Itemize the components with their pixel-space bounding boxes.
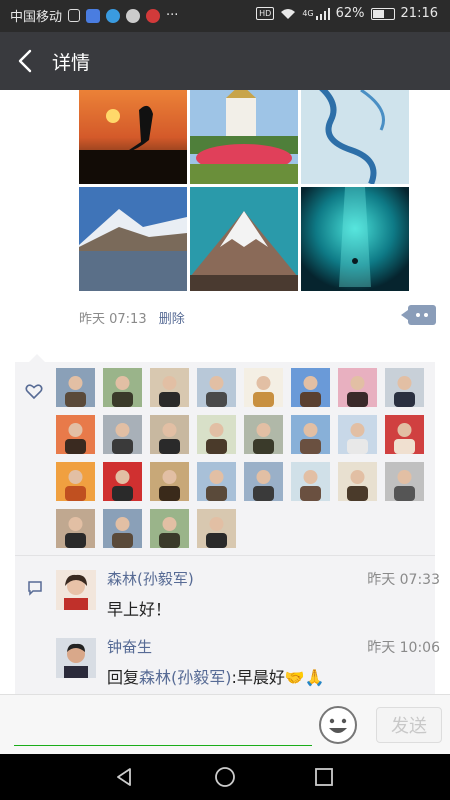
divider (15, 555, 435, 556)
moment-detail[interactable]: 昨天 07:13 删除 森林(孙毅军) 昨天 07:33 早上好！ 钟奋生 昨天… (0, 90, 450, 694)
liker-avatar[interactable] (103, 509, 142, 548)
battery-percent: 62% (335, 6, 365, 21)
comment-input[interactable] (14, 707, 312, 746)
liker-avatar[interactable] (150, 509, 189, 548)
comment-input-bar: 发送 (0, 694, 450, 755)
reply-target-name[interactable]: 森林(孙毅军) (139, 668, 232, 687)
back-arrow-icon[interactable] (14, 47, 40, 75)
post-meta: 昨天 07:13 删除 (79, 308, 185, 327)
photo-volcano-peak[interactable] (190, 187, 298, 291)
system-nav-bar (0, 754, 450, 800)
post-time: 昨天 07:13 (79, 312, 147, 327)
liker-avatar[interactable] (56, 368, 95, 407)
liker-avatar[interactable] (103, 368, 142, 407)
panel-pointer (29, 354, 45, 362)
liker-avatar[interactable] (150, 415, 189, 454)
liker-avatar[interactable] (103, 415, 142, 454)
dot-icon (416, 313, 420, 317)
liker-avatar[interactable] (244, 368, 283, 407)
liker-avatar[interactable] (291, 368, 330, 407)
nav-home-icon[interactable] (213, 765, 237, 789)
avatar[interactable] (56, 570, 96, 610)
comment-time: 昨天 07:33 (367, 572, 440, 588)
avatar[interactable] (56, 638, 96, 678)
comment-text: 回复森林(孙毅军):早晨好🤝🙏 (107, 664, 325, 688)
nav-recents-icon[interactable] (312, 765, 336, 789)
liker-avatar[interactable] (385, 462, 424, 501)
title-bar: 详情 (0, 32, 450, 90)
wifi-icon (281, 8, 296, 19)
liker-avatar[interactable] (56, 509, 95, 548)
wechat-icon (126, 8, 141, 23)
emoji-icon[interactable] (318, 705, 358, 745)
clock: 21:16 (400, 6, 438, 21)
liker-avatar[interactable] (197, 368, 236, 407)
liker-avatar[interactable] (103, 462, 142, 501)
liker-avatar[interactable] (150, 462, 189, 501)
liker-avatar[interactable] (385, 415, 424, 454)
liker-avatar[interactable] (291, 415, 330, 454)
heart-outline-icon (25, 384, 43, 400)
comment-menu-button[interactable] (401, 305, 436, 325)
dot-icon (424, 313, 428, 317)
liker-avatar[interactable] (197, 509, 236, 548)
liker-avatar[interactable] (338, 368, 377, 407)
send-button[interactable]: 发送 (376, 707, 442, 743)
photo-crane-sunset[interactable] (79, 90, 187, 184)
delete-link[interactable]: 删除 (159, 312, 185, 327)
photo-river-aerial[interactable] (301, 90, 409, 184)
status-bar: 中国移动 ··· HD 4G 62% 21:16 (0, 0, 450, 32)
shield-icon (68, 9, 81, 22)
more-notifications: ··· (166, 8, 179, 23)
comment-bubble-icon (28, 581, 42, 596)
reply-body: :早晨好🤝🙏 (231, 668, 325, 687)
reply-prefix: 回复 (107, 668, 140, 687)
comment-item[interactable]: 钟奋生 昨天 10:06 回复森林(孙毅军):早晨好🤝🙏 (55, 630, 440, 694)
liker-avatar[interactable] (244, 462, 283, 501)
commenter-name[interactable]: 钟奋生 (107, 636, 152, 657)
liker-avatar[interactable] (56, 415, 95, 454)
liker-avatar[interactable] (385, 368, 424, 407)
signal-icon (315, 7, 330, 20)
baidu-icon (86, 8, 101, 23)
nav-back-icon[interactable] (112, 765, 136, 789)
photo-underwater-cave[interactable] (301, 187, 409, 291)
video-app-icon (146, 8, 161, 23)
likes-comments-panel: 森林(孙毅军) 昨天 07:33 早上好！ 钟奋生 昨天 10:06 回复森林(… (15, 354, 440, 694)
telegram-icon (106, 8, 121, 23)
liker-avatar[interactable] (338, 415, 377, 454)
comment-item[interactable]: 森林(孙毅军) 昨天 07:33 早上好！ (55, 562, 440, 622)
comment-time: 昨天 10:06 (367, 640, 440, 656)
liker-avatar[interactable] (244, 415, 283, 454)
commenter-name[interactable]: 森林(孙毅军) (107, 568, 194, 589)
photo-grid (79, 90, 409, 292)
carrier-label: 中国移动 (10, 10, 63, 25)
liker-avatar[interactable] (197, 462, 236, 501)
battery-icon (370, 7, 395, 20)
hd-badge: HD (256, 7, 275, 20)
comment-text: 早上好！ (107, 600, 172, 619)
liker-avatar[interactable] (56, 462, 95, 501)
photo-snow-mountain-lake[interactable] (79, 187, 187, 291)
liker-avatar[interactable] (150, 368, 189, 407)
network-type: 4G (302, 9, 314, 18)
liker-avatar[interactable] (197, 415, 236, 454)
photo-castle-garden[interactable] (190, 90, 298, 184)
page-title: 详情 (52, 52, 91, 74)
liker-avatar[interactable] (338, 462, 377, 501)
liker-avatar[interactable] (291, 462, 330, 501)
